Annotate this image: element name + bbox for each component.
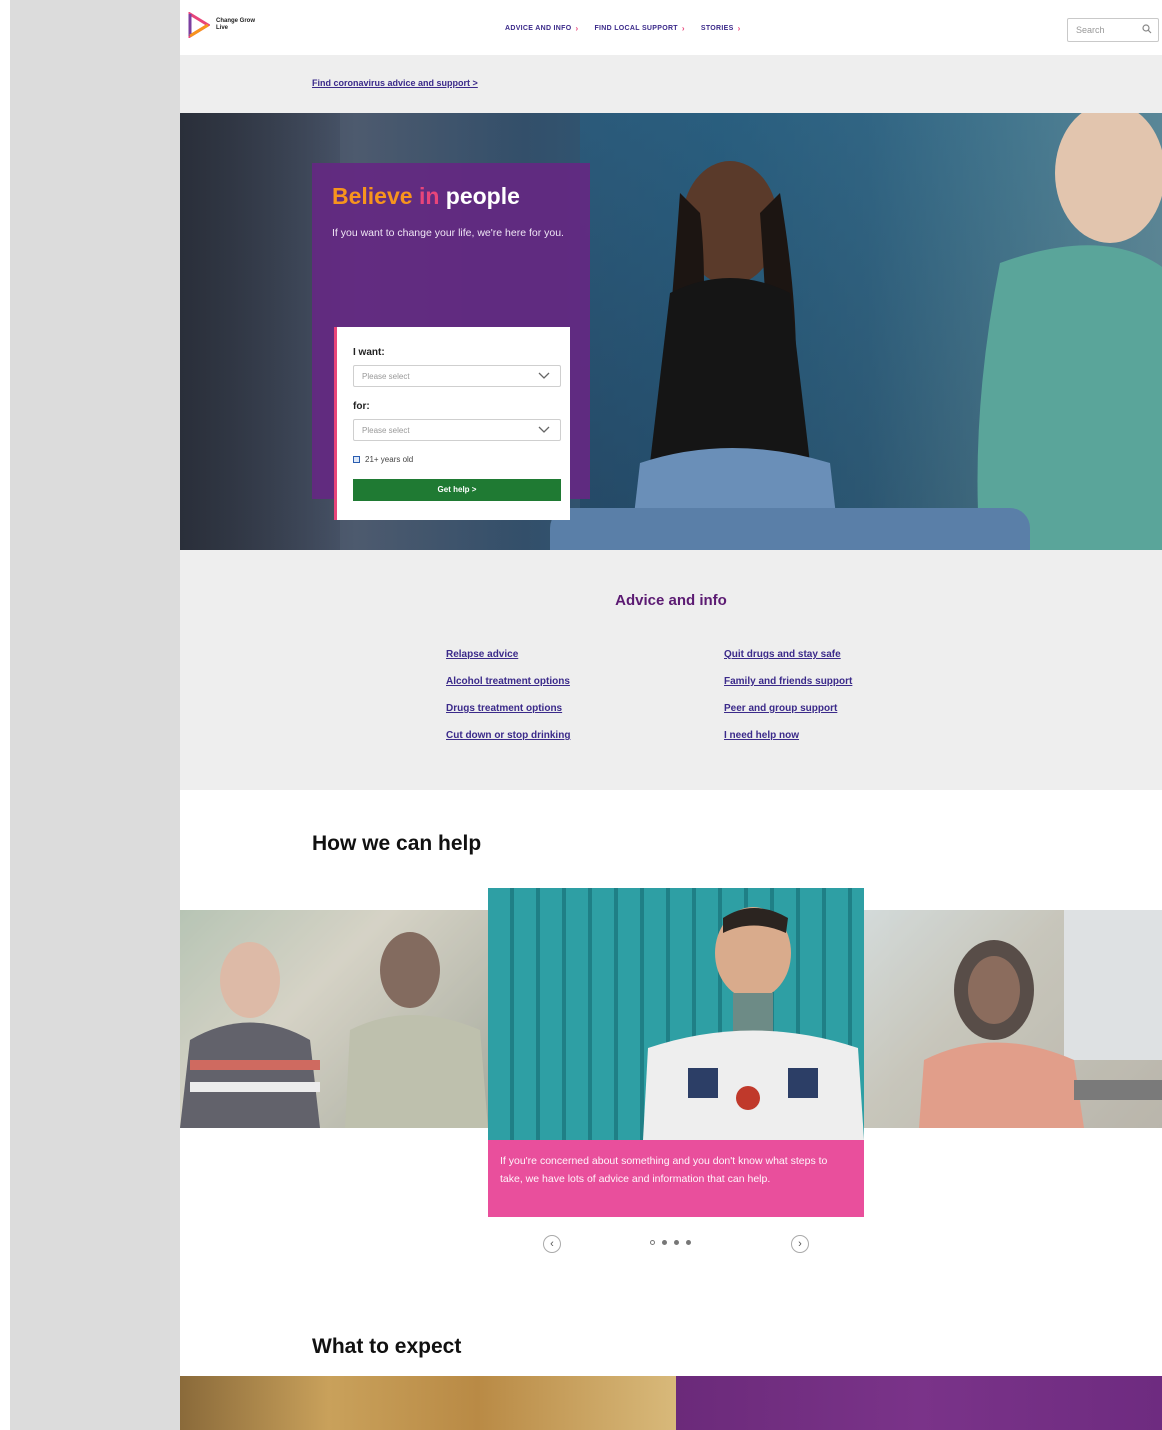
advice-title: Advice and info — [615, 592, 727, 609]
link-need-help-now[interactable]: I need help now — [724, 728, 852, 744]
how-we-can-help-title: How we can help — [312, 832, 482, 855]
search-placeholder: Search — [1076, 25, 1105, 35]
hero-woman-image — [630, 161, 840, 550]
logo[interactable]: Change Grow Live — [188, 12, 256, 38]
link-family-support[interactable]: Family and friends support — [724, 674, 852, 690]
carousel-dot[interactable] — [674, 1240, 679, 1245]
left-margin — [0, 0, 10, 1430]
hero-title-believe: Believe — [332, 183, 413, 209]
hero: Believe in people If you want to change … — [180, 113, 1162, 550]
advice-links-left: Relapse advice Alcohol treatment options… — [446, 647, 570, 744]
for-select[interactable]: Please select — [353, 419, 561, 441]
chevron-down-icon: › — [575, 24, 579, 33]
link-relapse-advice[interactable]: Relapse advice — [446, 647, 570, 663]
nav-label: STORIES — [700, 25, 734, 32]
nav-advice-and-info[interactable]: ADVICE AND INFO › — [505, 24, 578, 33]
nav-stories[interactable]: STORIES › — [701, 24, 741, 33]
search-input[interactable]: Search — [1067, 18, 1159, 42]
hero-second-woman-image — [977, 113, 1162, 550]
link-drugs-treatment[interactable]: Drugs treatment options — [446, 701, 570, 717]
want-select-value: Please select — [362, 372, 410, 381]
age-checkbox-label: 21+ years old — [365, 455, 414, 464]
chevron-down-icon — [538, 426, 550, 433]
want-select[interactable]: Please select — [353, 365, 561, 387]
nav-label: ADVICE AND INFO — [505, 25, 572, 32]
logo-text: Change Grow Live — [216, 18, 256, 31]
chevron-down-icon — [538, 372, 550, 379]
carousel-next-button[interactable]: › — [791, 1235, 809, 1253]
link-quit-drugs[interactable]: Quit drugs and stay safe — [724, 647, 852, 663]
advice-links-right: Quit drugs and stay safe Family and frie… — [724, 647, 852, 744]
carousel-dot[interactable] — [650, 1240, 655, 1245]
expect-image-right — [676, 1376, 1162, 1430]
chevron-down-icon: › — [681, 24, 685, 33]
help-form: I want: Please select for: Please select… — [334, 327, 570, 520]
carousel-prev-button[interactable]: ‹ — [543, 1235, 561, 1253]
two-men-image — [180, 932, 488, 1128]
nav-label: FIND LOCAL SUPPORT — [594, 25, 678, 32]
woman-sitting-image — [919, 910, 1162, 1128]
main-nav: ADVICE AND INFO › FIND LOCAL SUPPORT › S… — [505, 24, 741, 33]
hero-title-people: people — [445, 183, 520, 209]
hero-sofa — [550, 508, 1030, 550]
search-icon[interactable] — [1142, 24, 1152, 34]
want-label: I want: — [353, 347, 385, 358]
carousel-caption: If you're concerned about something and … — [488, 1140, 864, 1217]
carousel-dot[interactable] — [662, 1240, 667, 1245]
coronavirus-link[interactable]: Find coronavirus advice and support > — [312, 78, 478, 88]
link-cut-down-drinking[interactable]: Cut down or stop drinking — [446, 728, 570, 744]
carousel-dot[interactable] — [686, 1240, 691, 1245]
carousel-card-next[interactable] — [864, 910, 1162, 1128]
page: Change Grow Live ADVICE AND INFO › FIND … — [180, 0, 1162, 1430]
age-checkbox-row[interactable]: 21+ years old — [353, 455, 413, 464]
hero-title-in: in — [418, 183, 440, 209]
for-select-value: Please select — [362, 426, 410, 435]
link-alcohol-treatment[interactable]: Alcohol treatment options — [446, 674, 570, 690]
what-to-expect-title: What to expect — [312, 1335, 462, 1358]
site-header: Change Grow Live ADVICE AND INFO › FIND … — [180, 0, 1162, 55]
link-peer-support[interactable]: Peer and group support — [724, 701, 852, 717]
logo-play-icon — [188, 12, 210, 38]
carousel-card-previous[interactable] — [180, 910, 488, 1128]
for-label: for: — [353, 401, 370, 412]
nav-find-local-support[interactable]: FIND LOCAL SUPPORT › — [594, 24, 684, 33]
hero-subtitle: If you want to change your life, we're h… — [332, 227, 564, 239]
get-help-button[interactable]: Get help > — [353, 479, 561, 501]
advice-section: Advice and info Relapse advice Alcohol t… — [180, 550, 1162, 790]
man-portrait-image — [643, 907, 864, 1140]
hero-title: Believe in people — [332, 183, 520, 210]
carousel-dots — [650, 1240, 691, 1245]
carousel-card-active[interactable] — [488, 888, 864, 1140]
chevron-down-icon: › — [737, 24, 741, 33]
coronavirus-banner: Find coronavirus advice and support > — [180, 55, 1162, 113]
hero-panel: Believe in people If you want to change … — [312, 163, 590, 520]
age-checkbox[interactable] — [353, 456, 360, 463]
expect-image-left — [180, 1376, 676, 1430]
